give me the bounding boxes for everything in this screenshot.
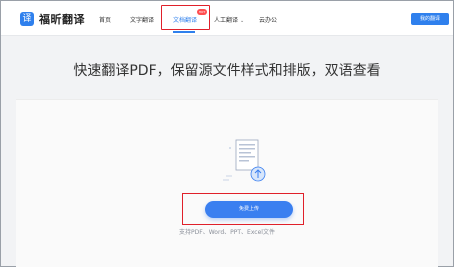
nav-item-text-translate[interactable]: 文字翻译 (130, 15, 154, 24)
brand-name: 福昕翻译 (39, 13, 85, 26)
highlight-box-doc-tab (161, 5, 210, 30)
my-translations-button[interactable]: 我的翻译 (411, 13, 449, 25)
highlight-box-upload-button (182, 193, 304, 225)
document-upload-icon (223, 139, 266, 182)
supported-formats-text: 支持PDF、Word、PPT、Excel文件 (179, 229, 275, 236)
page-headline: 快速翻译PDF，保留源文件样式和排版，双语查看 (73, 63, 381, 79)
top-nav: 译 福昕翻译 首页 文字翻译 文档翻译 HOT 人工翻译 ⌄ 云办公 我的翻译 (1, 1, 453, 36)
active-tab-underline (173, 31, 195, 33)
logo-icon: 译 (20, 12, 34, 26)
nav-item-home[interactable]: 首页 (99, 15, 111, 24)
chevron-down-icon: ⌄ (240, 18, 245, 24)
nav-item-human-translate[interactable]: 人工翻译 ⌄ (214, 15, 244, 24)
nav-item-cloud-office[interactable]: 云办公 (259, 15, 277, 24)
nav-item-human-translate-label: 人工翻译 (214, 17, 239, 24)
